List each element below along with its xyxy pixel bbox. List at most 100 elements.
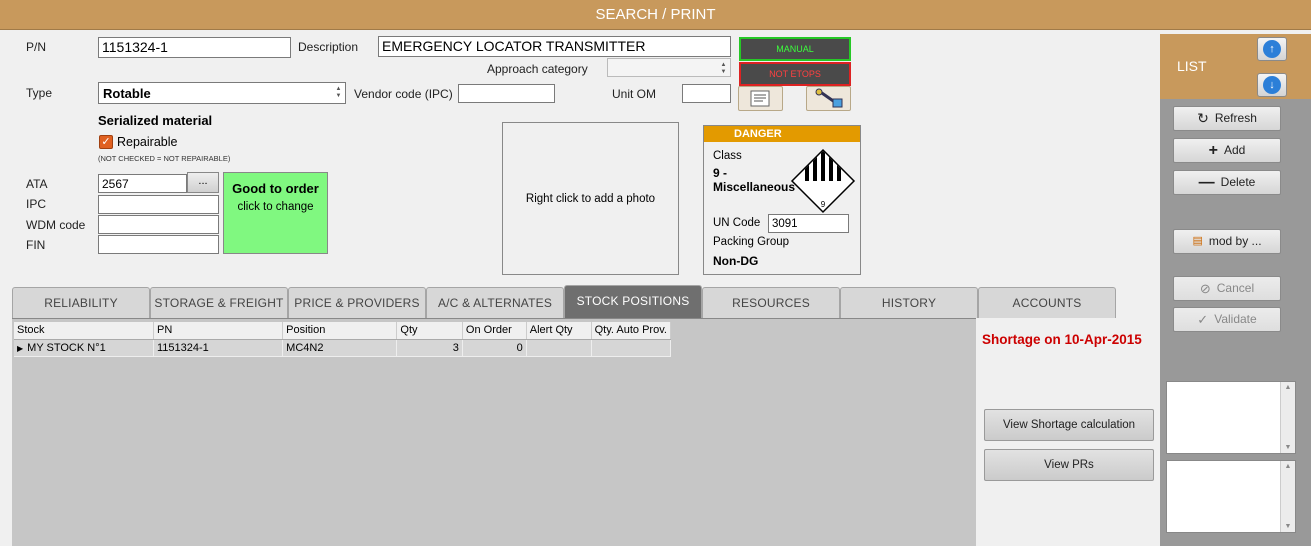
hazard-class9-icon: 9	[790, 148, 856, 214]
type-value: Rotable	[103, 86, 151, 101]
approach-select[interactable]: ▲ ▼	[607, 58, 731, 77]
class-label: Class	[713, 150, 742, 162]
column-header[interactable]: Position	[282, 322, 398, 340]
tab-reliability[interactable]: RELIABILITY	[12, 287, 150, 318]
pn-cell: 1151324-1	[153, 339, 284, 357]
add-button[interactable]: + Add	[1173, 138, 1281, 163]
user-list-icon: ▤	[1192, 235, 1203, 247]
notes-box-1[interactable]: ▲ ▼	[1166, 381, 1296, 454]
packing-group-label: Packing Group	[713, 236, 790, 248]
tab-ac-alternates[interactable]: A/C & ALTERNATES	[426, 287, 564, 318]
scroll-up-icon: ▲	[1284, 463, 1292, 470]
repairable-label: Repairable	[117, 135, 178, 149]
description-label: Description	[298, 40, 359, 54]
tab-storage-freight[interactable]: STORAGE & FREIGHT	[150, 287, 288, 318]
arrow-down-icon: ↓	[1263, 76, 1281, 94]
validate-label: Validate	[1214, 312, 1257, 326]
mod-by-label: mod by ...	[1208, 234, 1262, 248]
checkmark-icon: ✓	[1197, 312, 1209, 327]
plus-icon: +	[1208, 142, 1218, 159]
on-order-cell: 0	[462, 339, 527, 357]
qty-cell: 3	[396, 339, 463, 357]
column-header[interactable]: On Order	[462, 322, 527, 340]
tool-icon-button[interactable]	[806, 86, 851, 111]
packing-group-value: Non-DG	[713, 254, 759, 268]
table-row[interactable]: ▶ MY STOCK N°1 1151324-1 MC4N2 3 0	[14, 339, 672, 357]
validate-button[interactable]: ✓ Validate	[1173, 307, 1281, 332]
hazard-class-number: 9	[821, 200, 826, 209]
stock-value: MY STOCK N°1	[27, 341, 106, 354]
photo-area[interactable]: Right click to add a photo	[502, 122, 679, 275]
ipc-input[interactable]	[98, 195, 219, 214]
type-select[interactable]: Rotable ▲ ▼	[98, 82, 346, 104]
vendor-input[interactable]	[458, 84, 555, 103]
repairable-checkbox[interactable]: ✓	[99, 135, 113, 149]
class-value-line1: 9 -	[713, 166, 728, 180]
grid-header: Stock PN Position Qty On Order Alert Qty…	[14, 322, 672, 340]
scroll-down-icon: ▼	[1284, 523, 1292, 530]
vendor-label: Vendor code (IPC)	[354, 87, 453, 101]
row-indicator-icon: ▶	[17, 343, 24, 353]
view-shortage-calculation-button[interactable]: View Shortage calculation	[984, 409, 1154, 441]
column-header[interactable]: PN	[153, 322, 284, 340]
description-input[interactable]: EMERGENCY LOCATOR TRANSMITTER	[378, 36, 731, 57]
column-header[interactable]: Qty. Auto Prov.	[591, 322, 672, 340]
tab-accounts[interactable]: ACCOUNTS	[978, 287, 1116, 318]
shortage-text: Shortage on 10-Apr-2015	[982, 332, 1142, 347]
spinner-icon: ▲ ▼	[335, 86, 342, 99]
document-icon	[750, 90, 770, 107]
notes-box-2[interactable]: ▲ ▼	[1166, 460, 1296, 533]
scroll-up-icon: ▲	[1284, 384, 1292, 391]
serialized-label: Serialized material	[98, 113, 213, 128]
column-header[interactable]: Alert Qty	[526, 322, 592, 340]
refresh-icon: ↻	[1197, 110, 1209, 126]
refresh-label: Refresh	[1214, 111, 1257, 125]
notes-scrollbar[interactable]: ▲ ▼	[1280, 382, 1295, 453]
add-label: Add	[1223, 143, 1246, 157]
unit-om-input[interactable]	[682, 84, 731, 103]
approach-label: Approach category	[487, 62, 588, 76]
ata-input[interactable]: 2567	[98, 174, 187, 193]
tab-price-providers[interactable]: PRICE & PROVIDERS	[288, 287, 426, 318]
delete-button[interactable]: — Delete	[1173, 170, 1281, 195]
mod-by-button[interactable]: ▤ mod by ...	[1173, 229, 1281, 254]
column-header[interactable]: Qty	[396, 322, 463, 340]
tab-stock-positions[interactable]: STOCK POSITIONS	[564, 285, 702, 318]
ipc-label: IPC	[26, 197, 47, 211]
ata-browse-button[interactable]: ...	[187, 172, 219, 193]
ata-label: ATA	[26, 177, 48, 191]
view-prs-button[interactable]: View PRs	[984, 449, 1154, 481]
order-status-box[interactable]: Good to order click to change	[223, 172, 328, 254]
scroll-up-button[interactable]: ↑	[1257, 37, 1287, 61]
manual-badge: MANUAL	[739, 37, 851, 61]
danger-panel: DANGER Class 9 - Miscellaneous 9 UN Code…	[703, 125, 861, 275]
minus-icon: —	[1198, 174, 1215, 191]
list-header: LIST ↑ ↓	[1160, 34, 1311, 99]
form-icon-button[interactable]	[738, 86, 783, 111]
wdm-label: WDM code	[26, 218, 86, 232]
type-label: Type	[26, 86, 53, 100]
position-cell: MC4N2	[282, 339, 398, 357]
refresh-button[interactable]: ↻ Refresh	[1173, 106, 1281, 131]
un-code-label: UN Code	[713, 217, 761, 229]
arrow-up-icon: ↑	[1263, 40, 1281, 58]
spinner-icon: ▲ ▼	[720, 62, 727, 75]
un-code-input[interactable]: 3091	[768, 214, 849, 233]
order-status-title: Good to order	[232, 181, 319, 196]
stock-cell: ▶ MY STOCK N°1	[14, 339, 154, 357]
wdm-input[interactable]	[98, 215, 219, 234]
pn-input[interactable]: 1151324-1	[98, 37, 291, 58]
photo-hint: Right click to add a photo	[525, 192, 656, 205]
fin-input[interactable]	[98, 235, 219, 254]
wrench-icon	[815, 88, 843, 108]
column-header[interactable]: Stock	[14, 322, 154, 340]
order-status-hint: click to change	[237, 201, 314, 213]
cancel-button[interactable]: ⊘ Cancel	[1173, 276, 1281, 301]
stock-grid[interactable]: Stock PN Position Qty On Order Alert Qty…	[14, 322, 672, 357]
notes-scrollbar[interactable]: ▲ ▼	[1280, 461, 1295, 532]
scroll-down-button[interactable]: ↓	[1257, 73, 1287, 97]
tab-history[interactable]: HISTORY	[840, 287, 978, 318]
tab-resources[interactable]: RESOURCES	[702, 287, 840, 318]
class-value-line2: Miscellaneous	[713, 180, 796, 194]
etops-badge: NOT ETOPS	[739, 62, 851, 86]
